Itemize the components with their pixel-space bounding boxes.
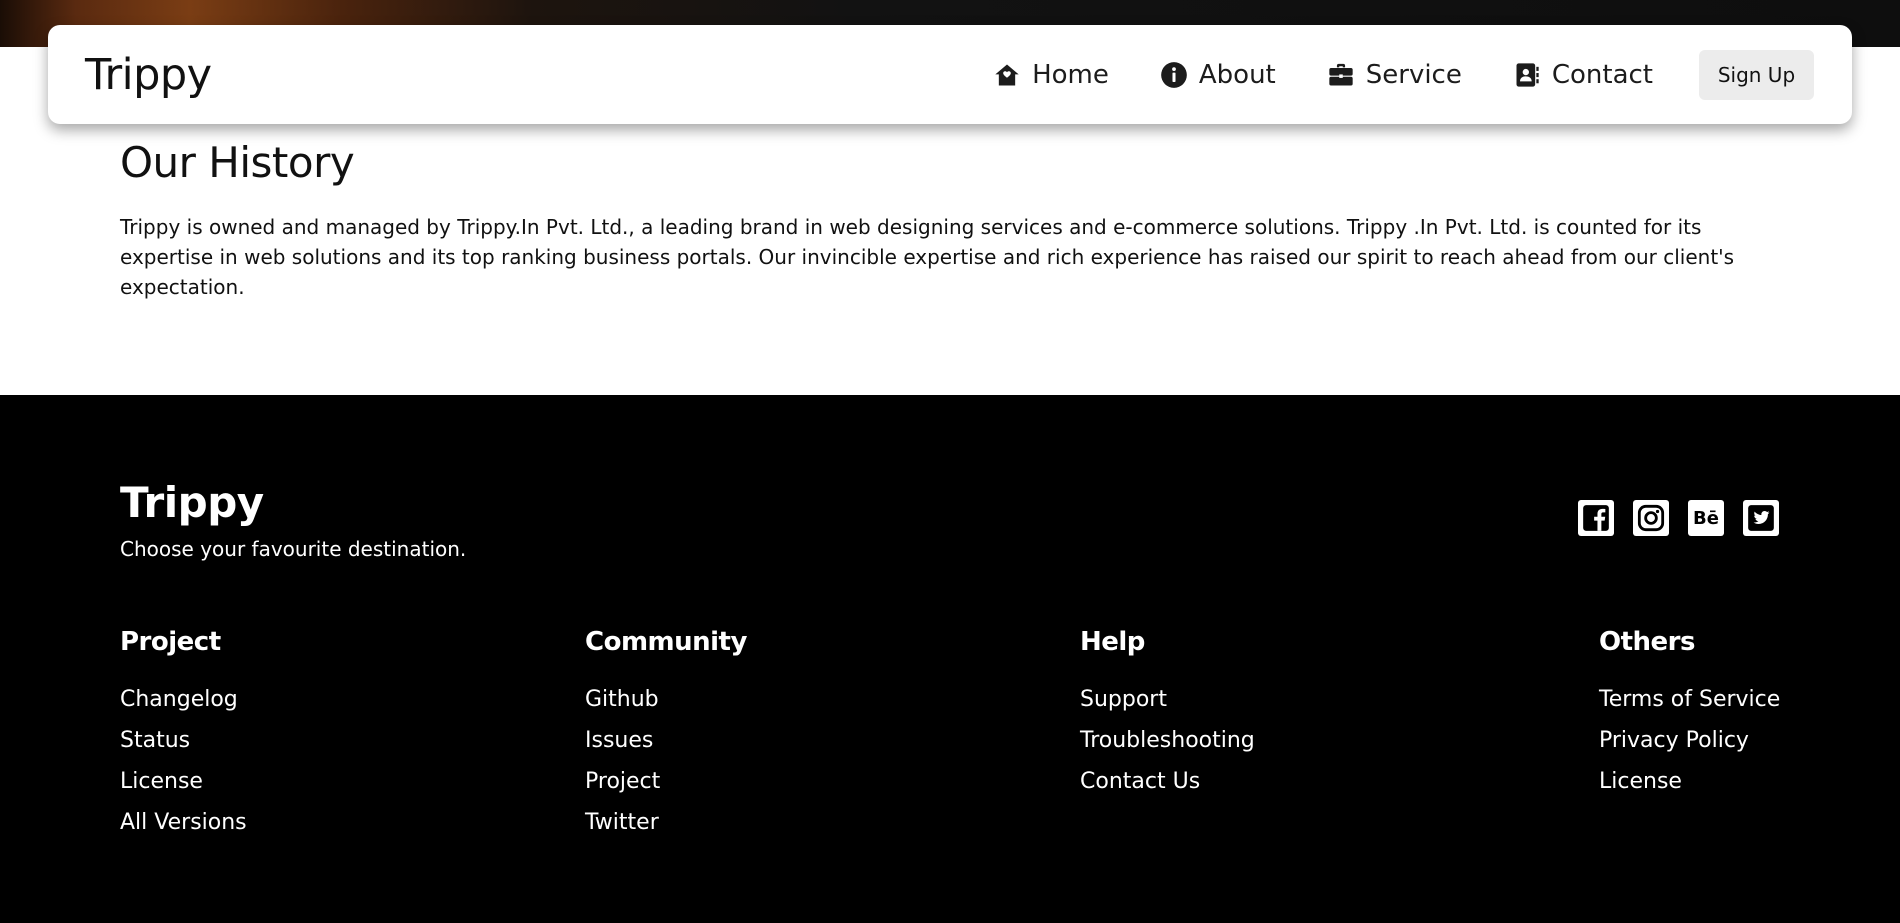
footer-column-others: Others Terms of Service Privacy Policy L… xyxy=(1599,627,1780,802)
footer-link-license[interactable]: License xyxy=(120,761,247,802)
footer-link-support[interactable]: Support xyxy=(1080,679,1255,720)
footer-column-community: Community Github Issues Project Twitter xyxy=(585,627,747,843)
footer: Trippy Choose your favourite destination… xyxy=(0,395,1900,923)
footer-link-contact-us[interactable]: Contact Us xyxy=(1080,761,1255,802)
navbar: Trippy Home About Service Contact Sign U… xyxy=(48,25,1852,124)
social-links: Bē xyxy=(1578,500,1779,536)
contact-book-icon xyxy=(1513,61,1541,89)
footer-link-privacy-policy[interactable]: Privacy Policy xyxy=(1599,720,1780,761)
footer-column-title: Community xyxy=(585,627,747,657)
footer-link-troubleshooting[interactable]: Troubleshooting xyxy=(1080,720,1255,761)
nav-item-home[interactable]: Home xyxy=(993,60,1109,90)
history-body: Trippy is owned and managed by Trippy.In… xyxy=(120,215,1735,299)
footer-link-terms-of-service[interactable]: Terms of Service xyxy=(1599,679,1780,720)
nav-item-contact[interactable]: Contact xyxy=(1513,60,1653,90)
briefcase-icon xyxy=(1327,61,1355,89)
behance-label: Bē xyxy=(1693,507,1719,529)
footer-link-twitter[interactable]: Twitter xyxy=(585,802,747,843)
facebook-icon[interactable] xyxy=(1578,500,1614,536)
brand-logo[interactable]: Trippy xyxy=(85,50,212,100)
footer-column-title: Project xyxy=(120,627,221,657)
footer-tagline: Choose your favourite destination. xyxy=(120,537,467,561)
footer-link-changelog[interactable]: Changelog xyxy=(120,679,247,720)
footer-column-title: Others xyxy=(1599,627,1695,657)
nav-item-about[interactable]: About xyxy=(1160,60,1276,90)
footer-link-status[interactable]: Status xyxy=(120,720,247,761)
footer-link-all-versions[interactable]: All Versions xyxy=(120,802,247,843)
nav-item-service[interactable]: Service xyxy=(1327,60,1462,90)
history-title: Our History xyxy=(120,138,355,187)
footer-column-help: Help Support Troubleshooting Contact Us xyxy=(1080,627,1255,802)
footer-column-title: Help xyxy=(1080,627,1145,657)
sign-up-button[interactable]: Sign Up xyxy=(1699,49,1814,100)
footer-link-github[interactable]: Github xyxy=(585,679,747,720)
nav-label-about: About xyxy=(1198,59,1276,90)
footer-column-project: Project Changelog Status License All Ver… xyxy=(120,627,247,843)
info-icon xyxy=(1160,61,1188,89)
history-section: Our History Trippy is owned and managed … xyxy=(120,138,1790,302)
twitter-icon[interactable] xyxy=(1743,500,1779,536)
instagram-icon[interactable] xyxy=(1633,500,1669,536)
nav-label-home: Home xyxy=(1032,59,1109,90)
home-icon xyxy=(993,61,1021,89)
footer-link-issues[interactable]: Issues xyxy=(585,720,747,761)
behance-icon[interactable]: Bē xyxy=(1688,500,1724,536)
nav-label-service: Service xyxy=(1365,59,1462,90)
footer-link-license[interactable]: License xyxy=(1599,761,1780,802)
nav-label-contact: Contact xyxy=(1551,59,1653,90)
footer-brand: Trippy xyxy=(120,478,264,527)
footer-link-project[interactable]: Project xyxy=(585,761,747,802)
nav-links: Home About Service Contact Sign Up xyxy=(993,49,1814,100)
